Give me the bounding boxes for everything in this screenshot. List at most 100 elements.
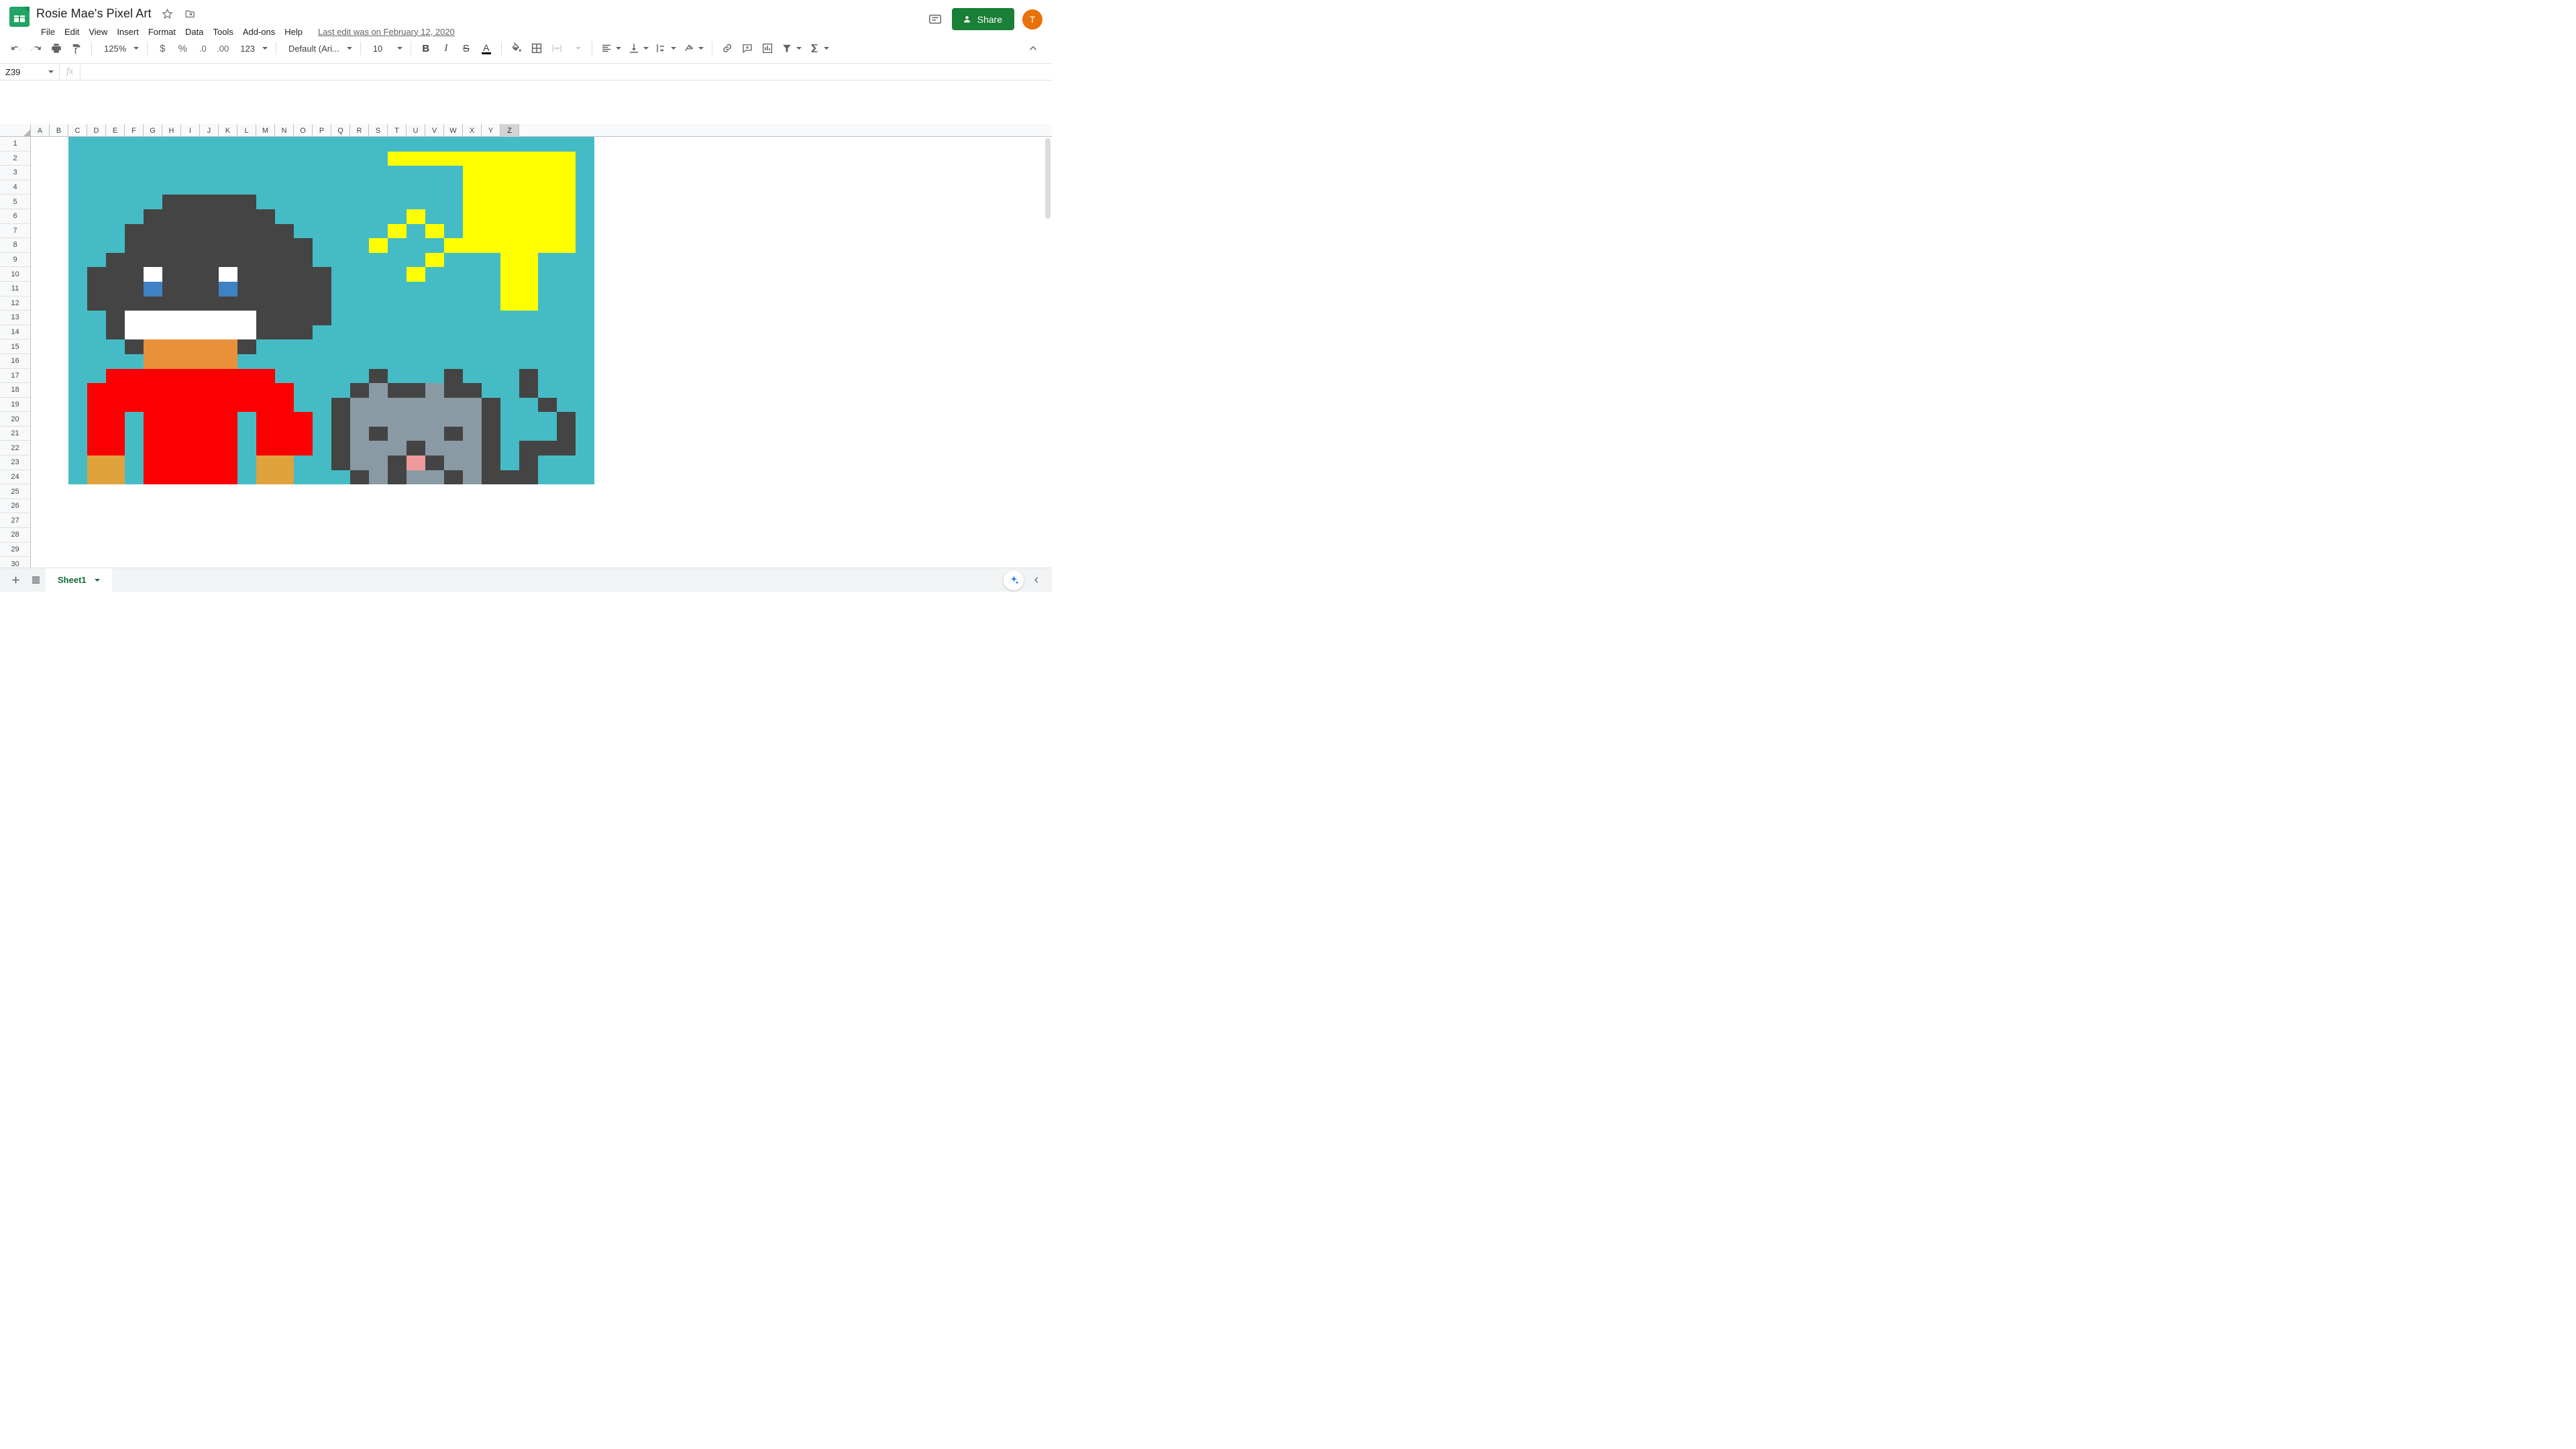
art-cell-background-teal[interactable] (162, 180, 181, 195)
art-cell-background-teal[interactable] (125, 166, 144, 180)
art-cell-background-teal[interactable] (331, 339, 350, 354)
art-cell-background-teal[interactable] (576, 238, 594, 253)
art-cell-background-teal[interactable] (425, 137, 444, 152)
art-cell-white[interactable] (144, 325, 162, 340)
art-cell-background-teal[interactable] (350, 195, 369, 209)
art-cell-shirt-red[interactable] (106, 397, 125, 413)
art-cell-cat-gray[interactable] (407, 412, 425, 427)
art-cell-white[interactable] (200, 311, 219, 325)
art-cell-shirt-red[interactable] (144, 426, 162, 441)
art-cell-background-teal[interactable] (350, 354, 369, 369)
art-cell-background-teal[interactable] (350, 180, 369, 195)
art-cell-cat-gray[interactable] (350, 397, 369, 413)
art-cell-background-teal[interactable] (463, 137, 482, 152)
row-header-11[interactable]: 11 (0, 282, 30, 297)
menu-data[interactable]: Data (180, 25, 208, 38)
art-cell-background-teal[interactable] (275, 137, 294, 152)
art-cell-eye-blue[interactable] (144, 281, 162, 297)
column-header-x[interactable]: X (463, 124, 482, 137)
art-cell-background-teal[interactable] (294, 354, 313, 369)
art-cell-background-teal[interactable] (576, 339, 594, 354)
art-cell-background-teal[interactable] (538, 252, 557, 268)
art-cell-shirt-red[interactable] (144, 470, 162, 485)
art-cell-speech-bubble-yellow[interactable] (538, 151, 557, 166)
art-cell-white[interactable] (162, 311, 181, 325)
art-cell-outline-dark[interactable] (313, 281, 331, 297)
column-header-i[interactable]: I (181, 124, 200, 137)
art-cell-hand-tan[interactable] (275, 455, 294, 470)
art-cell-outline-dark[interactable] (144, 238, 162, 253)
art-cell-background-teal[interactable] (557, 325, 576, 340)
art-cell-outline-dark[interactable] (444, 368, 463, 384)
art-cell-outline-dark[interactable] (388, 455, 407, 470)
art-cell-background-teal[interactable] (444, 281, 463, 297)
art-cell-background-teal[interactable] (425, 354, 444, 369)
art-cell-outline-dark[interactable] (144, 209, 162, 224)
art-cell-background-teal[interactable] (200, 137, 219, 152)
art-cell-background-teal[interactable] (200, 180, 219, 195)
art-cell-shirt-red[interactable] (200, 397, 219, 413)
art-cell-background-teal[interactable] (68, 368, 87, 384)
art-cell-background-teal[interactable] (519, 412, 538, 427)
column-header-f[interactable]: F (125, 124, 144, 137)
art-cell-background-teal[interactable] (463, 281, 482, 297)
art-cell-outline-dark[interactable] (256, 311, 275, 325)
art-cell-shirt-red[interactable] (144, 368, 162, 384)
art-cell-outline-dark[interactable] (519, 383, 538, 398)
column-header-a[interactable]: A (31, 124, 50, 137)
art-cell-outline-dark[interactable] (425, 455, 444, 470)
art-cell-background-teal[interactable] (576, 426, 594, 441)
art-cell-background-teal[interactable] (294, 151, 313, 166)
art-cell-cat-gray[interactable] (388, 441, 407, 456)
art-cell-background-teal[interactable] (331, 238, 350, 253)
art-cell-background-teal[interactable] (106, 209, 125, 224)
art-cell-background-teal[interactable] (162, 151, 181, 166)
art-cell-background-teal[interactable] (557, 368, 576, 384)
text-rotation-icon[interactable] (680, 39, 706, 58)
art-cell-skin[interactable] (144, 339, 162, 354)
art-cell-background-teal[interactable] (68, 137, 87, 152)
row-header-21[interactable]: 21 (0, 427, 30, 441)
art-cell-cat-gray[interactable] (463, 470, 482, 485)
art-cell-background-teal[interactable] (407, 281, 425, 297)
art-cell-shirt-red[interactable] (275, 397, 294, 413)
art-cell-outline-dark[interactable] (106, 252, 125, 268)
art-cell-speech-bubble-yellow[interactable] (444, 238, 463, 253)
art-cell-background-teal[interactable] (482, 267, 500, 282)
art-cell-background-teal[interactable] (106, 137, 125, 152)
art-cell-shirt-red[interactable] (162, 383, 181, 398)
art-cell-background-teal[interactable] (557, 354, 576, 369)
filter-icon[interactable] (778, 39, 804, 58)
art-cell-background-teal[interactable] (313, 238, 331, 253)
art-cell-outline-dark[interactable] (106, 281, 125, 297)
art-cell-background-teal[interactable] (313, 354, 331, 369)
art-cell-shirt-red[interactable] (106, 383, 125, 398)
art-cell-background-teal[interactable] (576, 368, 594, 384)
art-cell-background-teal[interactable] (331, 267, 350, 282)
art-cell-outline-dark[interactable] (200, 223, 219, 239)
art-cell-background-teal[interactable] (369, 296, 388, 311)
art-cell-shirt-red[interactable] (162, 426, 181, 441)
art-cell-speech-bubble-yellow[interactable] (519, 195, 538, 209)
art-cell-background-teal[interactable] (576, 252, 594, 268)
art-cell-outline-dark[interactable] (275, 252, 294, 268)
art-cell-outline-dark[interactable] (482, 397, 500, 413)
art-cell-background-teal[interactable] (557, 137, 576, 152)
art-cell-background-teal[interactable] (482, 368, 500, 384)
art-cell-outline-dark[interactable] (125, 223, 144, 239)
art-cell-background-teal[interactable] (576, 151, 594, 166)
art-cell-outline-dark[interactable] (219, 223, 237, 239)
art-cell-speech-bubble-yellow[interactable] (500, 267, 519, 282)
art-cell-speech-bubble-yellow[interactable] (557, 238, 576, 253)
art-cell-background-teal[interactable] (275, 209, 294, 224)
art-cell-shirt-red[interactable] (256, 426, 275, 441)
menu-edit[interactable]: Edit (60, 25, 84, 38)
art-cell-background-teal[interactable] (144, 195, 162, 209)
art-cell-outline-dark[interactable] (294, 281, 313, 297)
art-cell-background-teal[interactable] (294, 383, 313, 398)
art-cell-background-teal[interactable] (219, 180, 237, 195)
art-cell-outline-dark[interactable] (294, 252, 313, 268)
art-cell-outline-dark[interactable] (237, 339, 256, 354)
art-cell-background-teal[interactable] (407, 354, 425, 369)
art-cell-background-teal[interactable] (125, 137, 144, 152)
